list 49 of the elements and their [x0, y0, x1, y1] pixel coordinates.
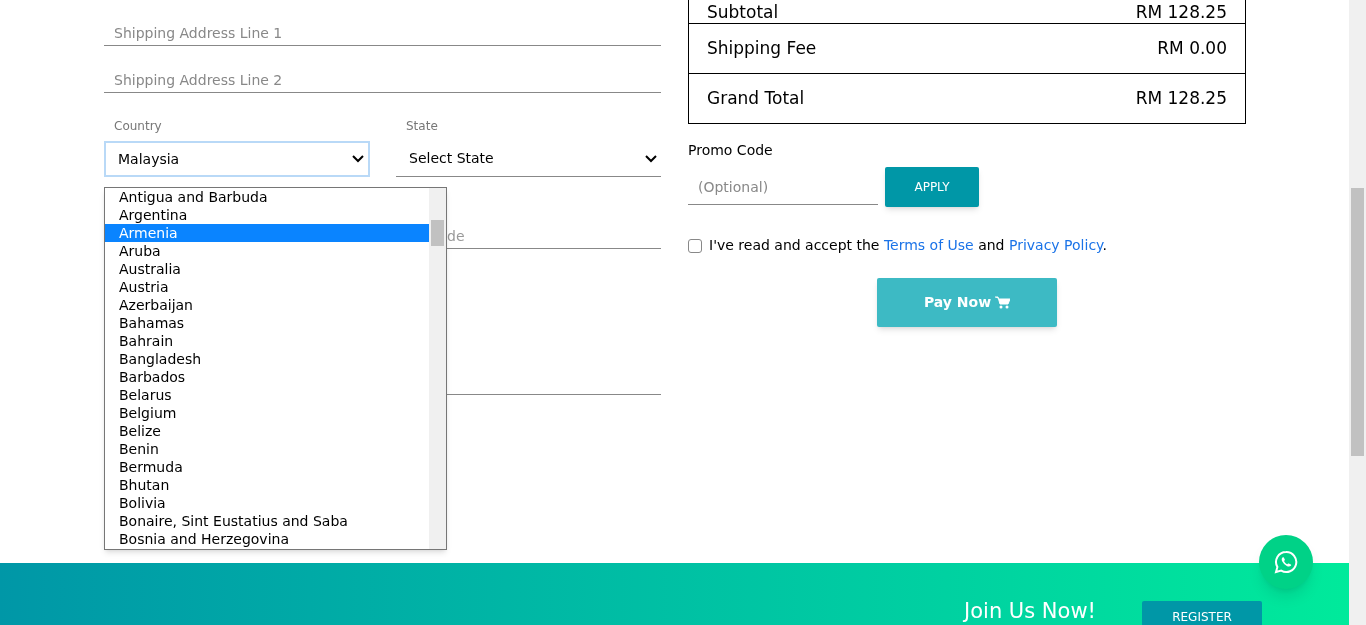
terms-checkbox[interactable] [688, 238, 702, 253]
summary-amount: RM 0.00 [1157, 36, 1227, 60]
register-button[interactable]: REGISTER [1142, 601, 1262, 625]
promo-field[interactable]: (Optional) [688, 169, 878, 205]
list-scrollbar[interactable] [429, 188, 446, 549]
country-option[interactable]: Armenia [105, 224, 429, 242]
country-option[interactable]: Belgium [105, 404, 429, 422]
summary-label: Grand Total [707, 86, 805, 110]
summary-amount: RM 128.25 [1135, 1, 1227, 22]
country-option[interactable]: Austria [105, 278, 429, 296]
address-field[interactable]: Shipping Address Line 2 [104, 67, 661, 93]
country-option[interactable]: Azerbaijan [105, 296, 429, 314]
whatsapp-button[interactable] [1259, 535, 1313, 589]
privacy-link[interactable]: Privacy Policy [1008, 237, 1103, 253]
state-label: State [405, 118, 439, 134]
state-select[interactable]: Select State [396, 141, 661, 177]
country-option[interactable]: Benin [105, 440, 429, 458]
page-scrollbar[interactable] [1349, 0, 1366, 625]
terms-text: I've read and accept the Terms of Use and Privacy Policy. [709, 236, 1107, 255]
country-option[interactable]: Bahrain [105, 332, 429, 350]
country-option[interactable]: Australia [105, 260, 429, 278]
country-option[interactable]: Bermuda [105, 458, 429, 476]
country-option[interactable]: Bhutan [105, 476, 429, 494]
country-option[interactable]: Bosnia and Herzegovina [105, 530, 429, 548]
postcode-field[interactable]: de [447, 223, 661, 249]
address-field[interactable]: Shipping Address Line 1 [104, 20, 661, 46]
terms-link[interactable]: Terms of Use [883, 237, 974, 253]
country-option[interactable]: Argentina [105, 206, 429, 224]
country-option[interactable]: Barbados [105, 368, 429, 386]
chevron-down-icon [352, 155, 364, 163]
footer-heading: Join Us Now! [964, 598, 1096, 624]
country-option[interactable]: Antigua and Barbuda [105, 188, 429, 206]
summary-amount: RM 128.25 [1135, 86, 1227, 110]
country-option[interactable]: Bahamas [105, 314, 429, 332]
summary-label: Subtotal [707, 1, 779, 22]
country-select[interactable]: Malaysia [104, 141, 370, 177]
country-option[interactable]: Belarus [105, 386, 429, 404]
country-label: Country [113, 118, 163, 134]
country-option[interactable]: Bolivia [105, 494, 429, 512]
cart-icon [995, 296, 1011, 309]
chat-bubble-icon [1274, 550, 1298, 574]
country-option[interactable]: Bonaire, Sint Eustatius and Saba [105, 512, 429, 530]
apply-button[interactable]: APPLY [885, 167, 979, 207]
promo-label: Promo Code [688, 141, 774, 160]
chevron-down-icon [645, 154, 657, 163]
country-option[interactable]: Aruba [105, 242, 429, 260]
country-option[interactable]: Bangladesh [105, 350, 429, 368]
summary-label: Shipping Fee [707, 36, 817, 60]
country-option[interactable]: Belize [105, 422, 429, 440]
